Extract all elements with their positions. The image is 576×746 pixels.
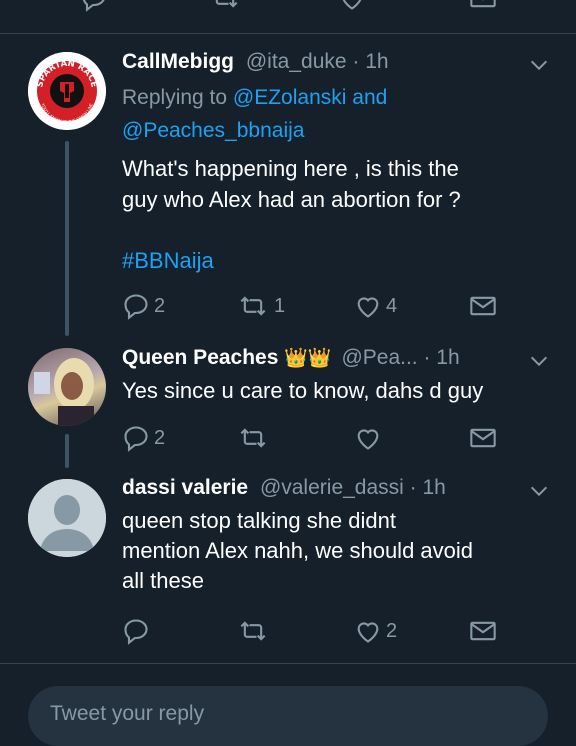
tweet-text-line: queen stop talking she didnt	[122, 508, 396, 533]
tweet-text-line: guy who Alex had an abortion for ?	[122, 187, 461, 212]
thread-line	[65, 141, 69, 336]
reply-icon	[124, 426, 148, 452]
retweet-button[interactable]: 1	[236, 292, 285, 320]
share-icon	[470, 428, 496, 448]
like-count: 2	[386, 619, 398, 642]
chevron-down-icon[interactable]	[528, 54, 550, 76]
like-button[interactable]: 4	[354, 292, 397, 320]
divider	[0, 663, 576, 664]
tweet-header: CallMebigg @ita_duke · 1h	[122, 50, 389, 74]
profile-photo-icon	[34, 358, 94, 426]
share-icon	[470, 296, 496, 316]
retweet-icon[interactable]	[208, 0, 242, 12]
retweet-count: 1	[274, 294, 286, 317]
divider	[0, 33, 576, 34]
share-button[interactable]	[468, 292, 498, 320]
display-name[interactable]: CallMebigg	[122, 50, 234, 73]
timestamp: · 1h	[423, 346, 460, 369]
share-icon[interactable]	[468, 0, 498, 12]
display-name[interactable]: dassi valerie	[122, 476, 248, 499]
chevron-down-icon[interactable]	[528, 480, 550, 502]
reply-icon	[124, 619, 148, 645]
replying-prefix: Replying to	[122, 86, 228, 109]
like-count: 4	[386, 294, 398, 317]
like-icon	[357, 622, 379, 643]
share-icon	[470, 621, 496, 641]
user-handle[interactable]: @Pea...	[341, 346, 417, 369]
display-name[interactable]: Queen Peaches	[122, 346, 278, 369]
tweet-text-line: What's happening here , is this the	[122, 156, 459, 181]
retweet-icon	[240, 296, 266, 316]
like-icon	[357, 297, 379, 318]
timestamp: · 1h	[409, 476, 446, 499]
crown-emoji: 👑👑	[284, 348, 332, 369]
reply-icon[interactable]	[80, 0, 108, 12]
user-handle[interactable]: @valerie_dassi	[260, 476, 404, 499]
reply-count: 2	[154, 426, 166, 449]
tweet-header: Queen Peaches 👑👑 @Pea... · 1h	[122, 346, 460, 370]
hashtag-link[interactable]: #BBNaija	[122, 248, 214, 274]
avatar[interactable]	[28, 348, 106, 426]
share-button[interactable]	[468, 424, 498, 452]
like-icon	[357, 429, 379, 450]
retweet-icon	[240, 621, 266, 641]
default-avatar-icon	[28, 479, 106, 557]
like-button[interactable]: 2	[354, 617, 397, 645]
like-icon[interactable]	[338, 0, 366, 12]
tweet-text-line: all these	[122, 568, 204, 593]
retweet-button[interactable]	[236, 424, 274, 452]
replying-users-link[interactable]: @EZolanski and	[233, 86, 387, 109]
reply-count: 2	[154, 294, 166, 317]
tweet-reply-input[interactable]: Tweet your reply	[28, 686, 548, 746]
like-button[interactable]	[354, 424, 386, 452]
share-button[interactable]	[468, 617, 498, 645]
reply-placeholder: Tweet your reply	[50, 702, 205, 725]
avatar[interactable]	[28, 479, 106, 557]
retweet-button[interactable]	[236, 617, 274, 645]
replying-users-link-2[interactable]: @Peaches_bbnaija	[122, 119, 304, 143]
chevron-down-icon[interactable]	[528, 350, 550, 372]
retweet-icon	[240, 428, 266, 448]
reply-button[interactable]	[122, 617, 154, 645]
tweet-header: dassi valerie @valerie_dassi · 1h	[122, 476, 446, 500]
reply-button[interactable]: 2	[122, 424, 165, 452]
thread-line	[65, 434, 69, 468]
reply-button[interactable]: 2	[122, 292, 165, 320]
timestamp: · 1h	[352, 50, 389, 73]
avatar[interactable]: SPARTAN RACE YOU'LL KNOW AT THE FINISH L…	[28, 52, 106, 130]
tweet-text-line: Yes since u care to know, dahs d guy	[122, 378, 484, 403]
reply-icon	[124, 294, 148, 320]
tweet-text-line: mention Alex nahh, we should avoid	[122, 538, 474, 563]
spartan-race-logo-icon: SPARTAN RACE YOU'LL KNOW AT THE FINISH L…	[28, 52, 106, 130]
replying-to: Replying to @EZolanski and	[122, 86, 387, 110]
user-handle[interactable]: @ita_duke	[246, 50, 347, 73]
